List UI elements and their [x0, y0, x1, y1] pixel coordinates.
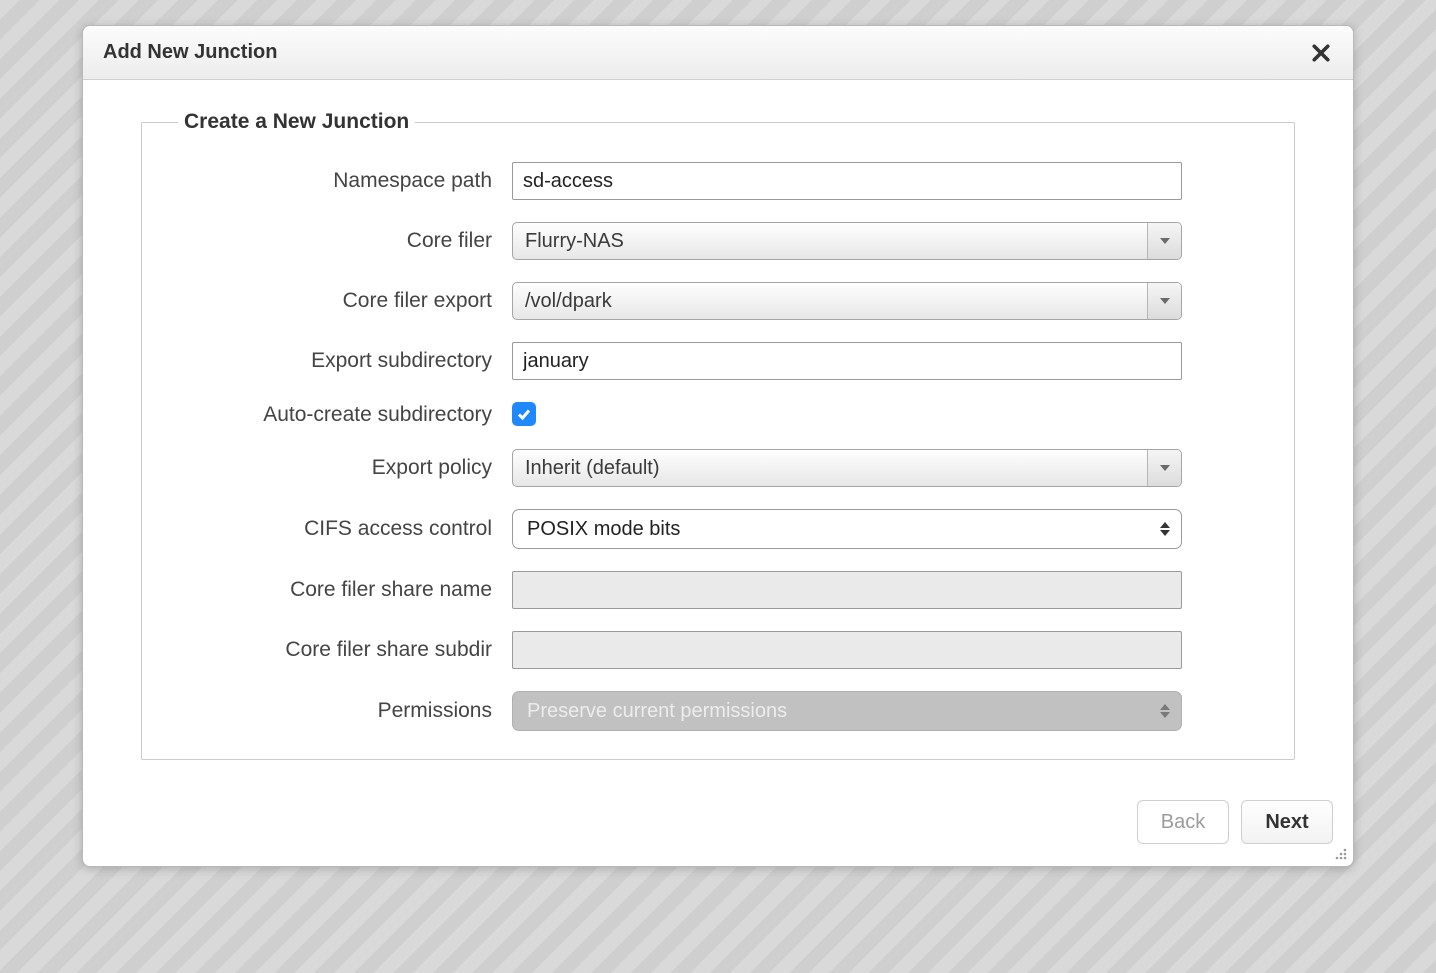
core-filer-share-name-input: [512, 571, 1182, 609]
label-core-filer-share-name: Core filer share name: [160, 578, 512, 602]
label-cifs-access-control: CIFS access control: [160, 517, 512, 541]
auto-create-subdirectory-checkbox[interactable]: [512, 402, 536, 426]
add-junction-dialog: Add New Junction Create a New Junction N…: [82, 25, 1354, 867]
create-junction-group: Create a New Junction Namespace path Cor…: [141, 110, 1295, 760]
cifs-access-control-select[interactable]: POSIX mode bits: [512, 509, 1182, 549]
export-subdirectory-input[interactable]: [512, 342, 1182, 380]
label-permissions: Permissions: [160, 699, 512, 723]
dialog-header: Add New Junction: [83, 26, 1353, 80]
core-filer-value: Flurry-NAS: [513, 223, 1147, 259]
permissions-select: Preserve current permissions: [512, 691, 1182, 731]
label-export-subdir: Export subdirectory: [160, 349, 512, 373]
label-export-policy: Export policy: [160, 456, 512, 480]
core-filer-export-select[interactable]: /vol/dpark: [512, 282, 1182, 320]
export-policy-value: Inherit (default): [513, 450, 1147, 486]
chevron-down-icon: [1147, 450, 1181, 486]
label-core-filer-export: Core filer export: [160, 289, 512, 313]
export-policy-select[interactable]: Inherit (default): [512, 449, 1182, 487]
core-filer-export-value: /vol/dpark: [513, 283, 1147, 319]
chevron-down-icon: [1147, 223, 1181, 259]
core-filer-share-subdir-input: [512, 631, 1182, 669]
back-button[interactable]: Back: [1137, 800, 1229, 844]
label-core-filer: Core filer: [160, 229, 512, 253]
close-icon[interactable]: [1309, 41, 1333, 65]
namespace-path-input[interactable]: [512, 162, 1182, 200]
next-button[interactable]: Next: [1241, 800, 1333, 844]
label-auto-create-subdir: Auto-create subdirectory: [160, 403, 512, 427]
group-legend: Create a New Junction: [178, 110, 415, 134]
label-namespace-path: Namespace path: [160, 169, 512, 193]
dialog-title: Add New Junction: [103, 41, 277, 64]
core-filer-select[interactable]: Flurry-NAS: [512, 222, 1182, 260]
label-core-filer-share-subdir: Core filer share subdir: [160, 638, 512, 662]
chevron-down-icon: [1147, 283, 1181, 319]
dialog-body: Create a New Junction Namespace path Cor…: [83, 80, 1353, 774]
dialog-footer: Back Next: [83, 774, 1353, 866]
